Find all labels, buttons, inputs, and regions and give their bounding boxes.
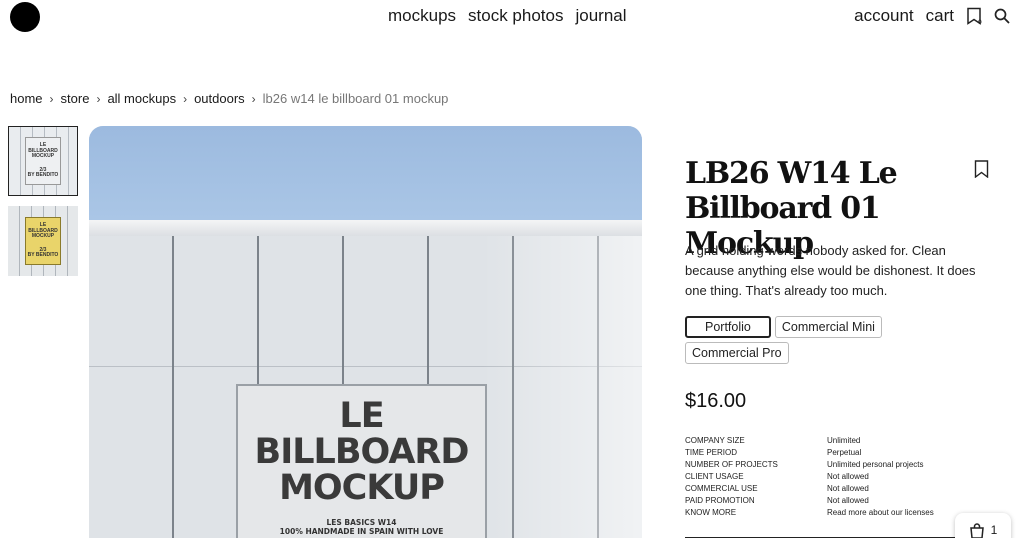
- thumb-text: BY BENDITO: [27, 252, 59, 258]
- product-hero-image[interactable]: LE BILLBOARD MOCKUP LES BASICS W14 100% …: [89, 126, 642, 538]
- spec-key: Commercial use: [685, 484, 758, 493]
- chevron-right-icon: ›: [49, 91, 54, 106]
- spec-row: Time period Perpetual: [685, 447, 985, 459]
- thumbnail-2[interactable]: LE BILLBOARD MOCKUP 2/3 BY BENDITO: [8, 206, 78, 276]
- product-price: $16.00: [685, 390, 747, 412]
- spec-value: Unlimited: [827, 436, 861, 445]
- license-specs: Company size Unlimited Time period Perpetu…: [685, 435, 985, 519]
- breadcrumb-all-mockups[interactable]: all mockups: [107, 91, 176, 106]
- breadcrumb-outdoors[interactable]: outdoors: [194, 91, 245, 106]
- nav-mockups[interactable]: mockups: [388, 6, 456, 26]
- spec-row: Commercial use Not allowed: [685, 483, 985, 495]
- billboard-title-line: LE: [339, 396, 384, 436]
- thumbnail-billboard: LE BILLBOARD MOCKUP 2/3 BY BENDITO: [25, 137, 61, 185]
- spec-row: Company size Unlimited: [685, 435, 985, 447]
- spec-key: Number of projects: [685, 460, 778, 469]
- billboard-title-line: BILLBOARD: [254, 432, 470, 472]
- billboard-subtitle-line: 100% HANDMADE IN SPAIN WITH LOVE: [279, 527, 444, 536]
- breadcrumb: home › store › all mockups › outdoors › …: [10, 91, 448, 106]
- svg-text:0: 0: [978, 19, 982, 25]
- logo[interactable]: [10, 2, 40, 32]
- spec-row: Number of projects Unlimited personal pro…: [685, 459, 985, 471]
- nav-journal[interactable]: journal: [575, 6, 626, 26]
- spec-row: Paid promotion Not allowed: [685, 495, 985, 507]
- license-commercial-pro[interactable]: Commercial Pro: [685, 342, 789, 364]
- thumbnail-1[interactable]: LE BILLBOARD MOCKUP 2/3 BY BENDITO: [8, 126, 78, 196]
- wishlist-icon[interactable]: 0: [966, 7, 982, 25]
- wall-highlight: [482, 236, 642, 538]
- spec-row: Client usage Not allowed: [685, 471, 985, 483]
- spec-value: Unlimited personal projects: [827, 460, 924, 469]
- spec-value: Not allowed: [827, 496, 869, 505]
- spec-key: Company size: [685, 436, 745, 445]
- nav-stock-photos[interactable]: stock photos: [468, 6, 563, 26]
- spec-value: Not allowed: [827, 484, 869, 493]
- main-nav: mockups stock photos journal: [388, 6, 627, 26]
- spec-value: Perpetual: [827, 448, 862, 457]
- billboard: LE BILLBOARD MOCKUP LES BASICS W14 100% …: [236, 384, 487, 538]
- floating-cart-button[interactable]: 1: [955, 513, 1011, 538]
- licenses-link[interactable]: Read more about our licenses: [827, 507, 934, 519]
- breadcrumb-home[interactable]: home: [10, 91, 43, 106]
- spec-key: Client usage: [685, 472, 744, 481]
- chevron-right-icon: ›: [183, 91, 188, 106]
- spec-key: Time period: [685, 448, 738, 457]
- account-link[interactable]: account: [854, 6, 914, 26]
- chevron-right-icon: ›: [96, 91, 101, 106]
- bookmark-icon[interactable]: [974, 160, 989, 183]
- billboard-subtitle-line: LES BASICS W14: [326, 518, 397, 527]
- spec-key: Know more: [685, 508, 737, 517]
- spec-row: Know more Read more about our licenses: [685, 507, 985, 519]
- license-commercial-mini[interactable]: Commercial Mini: [774, 316, 882, 338]
- license-portfolio[interactable]: Portfolio: [685, 316, 771, 338]
- license-options: Portfolio Commercial Mini Commercial Pro: [685, 316, 905, 364]
- building-coping: [89, 220, 642, 236]
- sky: [89, 126, 642, 220]
- search-icon[interactable]: [994, 8, 1010, 24]
- breadcrumb-current: lb26 w14 le billboard 01 mockup: [262, 91, 449, 106]
- thumb-text: BY BENDITO: [27, 172, 59, 178]
- thumbnail-billboard: LE BILLBOARD MOCKUP 2/3 BY BENDITO: [25, 217, 61, 265]
- header-actions: account cart 0: [854, 6, 1010, 26]
- floating-cart-count: 1: [990, 523, 998, 537]
- billboard-title-line: MOCKUP: [279, 468, 445, 508]
- product-description: A grid holding words nobody asked for. C…: [685, 243, 976, 298]
- spec-value: Not allowed: [827, 472, 869, 481]
- shopping-bag-icon: [969, 523, 985, 538]
- spec-key: Paid promotion: [685, 496, 755, 505]
- cart-link[interactable]: cart: [926, 6, 954, 26]
- breadcrumb-store[interactable]: store: [61, 91, 90, 106]
- chevron-right-icon: ›: [251, 91, 256, 106]
